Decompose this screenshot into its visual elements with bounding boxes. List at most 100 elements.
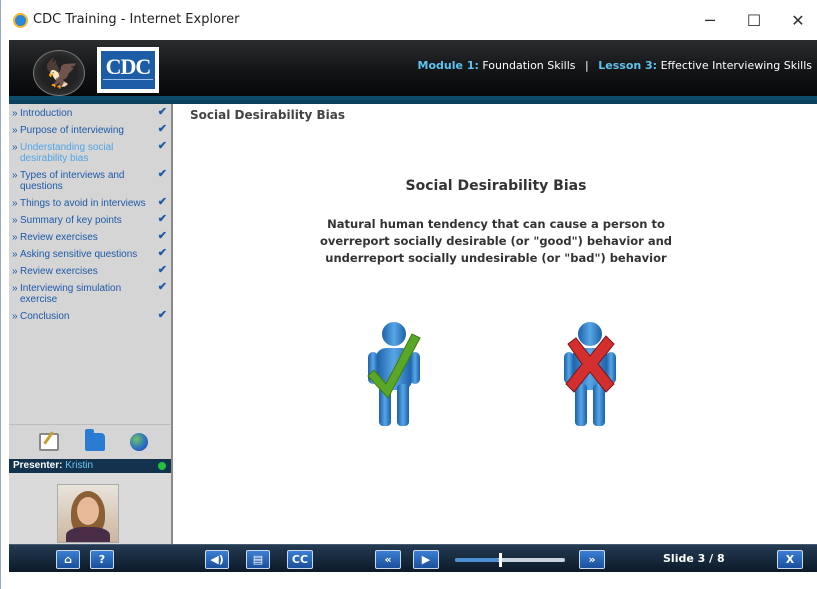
sidebar-item-label: Types of interviews and questions [20,170,125,192]
checkmark-icon: ✔ [157,106,167,118]
minimize-button[interactable]: ─ [687,6,733,36]
hhs-seal-logo: 🦅 [33,50,85,96]
bullet-icon: » [12,266,18,277]
checkmark-icon: ✔ [157,247,167,259]
folder-icon[interactable] [85,429,105,451]
bullet-icon: » [12,249,18,260]
slide-body-text: Natural human tendency that can cause a … [319,217,673,265]
home-button[interactable]: ⌂ [56,550,80,569]
lesson-menu: » Introduction ✔» Purpose of interviewing ✔»… [9,106,171,328]
presenter-status-indicator [158,462,166,470]
sidebar-item-label: Things to avoid in interviews [20,198,146,209]
checkmark-icon: ✔ [157,123,167,135]
progress-fill [455,558,499,562]
checkmark-icon: ✔ [157,264,167,276]
sidebar-item-label: Asking sensitive questions [20,249,138,260]
speaker-icon: ◀) [210,553,224,566]
logo-area: 🦅 CDC [11,42,173,98]
sidebar-item-label: Conclusion [20,311,70,322]
module-lesson-line: Module 1: Foundation Skills | Lesson 3: … [418,59,812,72]
bullet-icon: » [12,283,18,294]
sidebar-item-label: Summary of key points [20,215,122,226]
progress-slider[interactable] [455,558,565,562]
previous-button[interactable]: « [375,550,401,569]
person-x-icon [558,318,628,428]
home-icon: ⌂ [64,553,72,566]
bullet-icon: » [12,142,18,153]
bullet-icon: » [12,232,18,243]
next-button[interactable]: » [579,550,605,569]
cdc-logo-text: CDC [105,54,152,79]
sidebar: » Introduction ✔» Purpose of interviewing ✔»… [9,104,173,544]
sidebar-item[interactable]: » Types of interviews and questions ✔ [9,168,171,193]
bullet-icon: » [12,125,18,136]
help-button[interactable]: ? [90,550,114,569]
maximize-button[interactable]: ☐ [731,6,777,36]
presenter-name: Kristin [65,460,94,471]
sidebar-item[interactable]: » Introduction ✔ [9,106,171,120]
sidebar-item[interactable]: » Review exercises ✔ [9,230,171,244]
sidebar-item[interactable]: » Review exercises ✔ [9,264,171,278]
lesson-label: Lesson 3: [598,59,658,72]
player-toolbar: ⌂ ? ◀) ▤ CC « ▶ » Slide 3 / 8 X [9,544,817,572]
sidebar-item[interactable]: » Understanding social desirability bias ✔ [9,140,171,165]
sidebar-item[interactable]: » Interviewing simulation exercise ✔ [9,281,171,306]
bullet-icon: » [12,215,18,226]
checkmark-icon: ✔ [157,309,167,321]
checkmark-icon: ✔ [157,213,167,225]
progress-slider-thumb[interactable] [499,553,502,567]
sidebar-item-label: Introduction [20,108,73,119]
sidebar-item-label: Review exercises [20,266,98,277]
closed-captions-button[interactable]: CC [287,550,313,569]
sidebar-tools [9,424,171,458]
close-button[interactable]: ✕ [775,6,817,36]
sidebar-item[interactable]: » Purpose of interviewing ✔ [9,123,171,137]
checkmark-icon: ✔ [157,196,167,208]
slide-counter: Slide 3 / 8 [663,552,725,565]
play-button[interactable]: ▶ [413,550,439,569]
sidebar-item[interactable]: » Asking sensitive questions ✔ [9,247,171,261]
bullet-icon: » [12,108,18,119]
module-label: Module 1: [417,59,479,72]
title-bar: CDC Training - Internet Explorer ─ ☐ ✕ [1,0,817,40]
presenter-area [9,473,171,544]
play-icon: ▶ [421,553,431,566]
transcript-button[interactable]: ▤ [246,550,270,569]
rewind-icon: « [384,553,392,566]
presenter-bar: Presenter: Kristin [9,459,171,473]
forward-icon: » [588,553,596,566]
sidebar-item-label: Purpose of interviewing [20,125,124,136]
person-checkmark-icon [364,318,434,428]
sidebar-item[interactable]: » Conclusion ✔ [9,309,171,323]
sidebar-item-label: Review exercises [20,232,98,243]
bullet-icon: » [12,311,18,322]
checkmark-icon: ✔ [157,140,167,152]
sidebar-item[interactable]: » Summary of key points ✔ [9,213,171,227]
bullet-icon: » [12,198,18,209]
presenter-label: Presenter: [13,460,63,471]
course-header: 🦅 CDC Module 1: Foundation Skills | Less… [1,40,817,100]
cdc-logo: CDC [97,47,159,93]
checkmark-icon: ✔ [157,168,167,180]
sidebar-item[interactable]: » Things to avoid in interviews ✔ [9,196,171,210]
sidebar-item-label: Interviewing simulation exercise [20,283,122,305]
slide-title: Social Desirability Bias [405,178,587,194]
bullet-icon: » [12,170,18,181]
help-icon: ? [98,553,106,566]
transcript-icon: ▤ [252,553,264,566]
audio-button[interactable]: ◀) [205,550,229,569]
slide-content: Social Desirability Bias Social Desirabi… [174,104,817,544]
notes-icon[interactable] [39,433,59,451]
globe-icon[interactable] [130,433,148,451]
header-separator: | [585,59,589,72]
slide-heading: Social Desirability Bias [190,108,346,122]
exit-button[interactable]: X [777,550,803,569]
lesson-name: Effective Interviewing Skills [660,59,812,72]
presenter-photo [57,484,119,543]
window-title: CDC Training - Internet Explorer [33,12,240,27]
module-name: Foundation Skills [482,59,576,72]
checkmark-icon: ✔ [157,230,167,242]
checkmark-icon: ✔ [157,281,167,293]
internet-explorer-icon [13,13,28,28]
browser-window: CDC Training - Internet Explorer ─ ☐ ✕ 🦅… [0,0,817,589]
